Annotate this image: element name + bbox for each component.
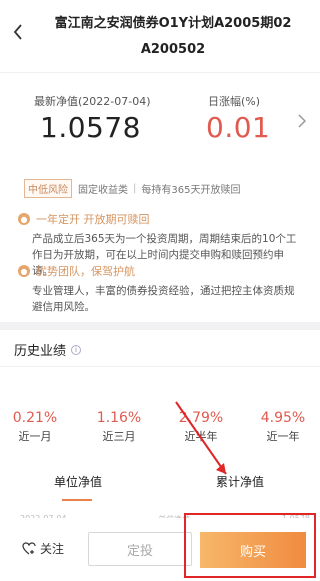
info-icon[interactable]: i	[71, 344, 82, 355]
latest-nav-label: 最新净值(2022-07-04)	[34, 95, 151, 108]
holding-period-tag: 每持有365天开放赎回	[141, 185, 241, 196]
auto-invest-button[interactable]: 定投	[88, 532, 192, 566]
return-value: 2.79%	[178, 410, 224, 426]
latest-nav-value: 1.0578	[40, 111, 141, 144]
return-value: 0.21%	[12, 410, 58, 426]
back-button[interactable]	[6, 20, 30, 44]
feature-bullet-icon: ●	[18, 213, 30, 225]
return-label: 近三月	[102, 430, 136, 443]
follow-button[interactable]: 关注	[22, 540, 64, 557]
tab-unit-nav[interactable]: 单位净值	[54, 473, 102, 490]
daily-change-label: 日涨幅(%)	[208, 95, 261, 108]
risk-level-badge: 中低风险	[24, 179, 72, 198]
return-item: 2.79% 近半年	[166, 410, 236, 444]
performance-card: 历史业绩 i 0.21% 近一月 1.16% 近三月 2.79% 近半年 4.9…	[0, 330, 320, 530]
return-label: 近一年	[266, 430, 300, 443]
follow-label: 关注	[40, 542, 65, 556]
product-type-tag: 固定收益类	[78, 185, 128, 196]
return-label: 近半年	[184, 430, 218, 443]
feature-title: 一年定开 开放期可赎回	[36, 213, 150, 226]
feature-bullet-icon: ●	[18, 265, 30, 277]
page-title: 富江南之安润债券O1Y计划A2005期02 A200502	[54, 16, 292, 57]
return-label: 近一月	[18, 430, 52, 443]
feature-item: ● 优势团队，保驾护航 专业管理人，丰富的债券投资经验，通过把控主体资质规避信用…	[18, 263, 302, 315]
active-tab-indicator	[62, 499, 92, 501]
chevron-right-icon	[298, 114, 306, 128]
chevron-left-icon	[13, 24, 22, 40]
return-item: 0.21% 近一月	[0, 410, 70, 444]
return-value: 4.95%	[260, 410, 306, 426]
annotation-highlight-box	[184, 513, 316, 578]
header-bar: 富江南之安润债券O1Y计划A2005期02 A200502	[0, 0, 320, 72]
return-item: 1.16% 近三月	[84, 410, 154, 444]
nav-tabs: 单位净值 累计净值	[0, 465, 320, 505]
nav-card: 最新净值(2022-07-04) 1.0578 日涨幅(%) 0.01 中低风险…	[0, 72, 320, 322]
tag-divider: |	[133, 183, 137, 194]
performance-title: 历史业绩	[14, 344, 67, 359]
product-tags: 中低风险 固定收益类 | 每持有365天开放赎回	[24, 179, 240, 198]
heart-plus-icon	[22, 542, 36, 555]
section-title: 历史业绩 i	[14, 340, 82, 359]
tab-cumulative-nav[interactable]: 累计净值	[216, 473, 264, 490]
nav-detail-button[interactable]	[294, 111, 310, 131]
feature-description: 专业管理人，丰富的债券投资经验，通过把控主体资质规避信用风险。	[32, 285, 295, 313]
return-value: 1.16%	[96, 410, 142, 426]
divider	[0, 366, 320, 367]
feature-title: 优势团队，保驾护航	[36, 265, 135, 278]
return-item: 4.95% 近一年	[248, 410, 318, 444]
daily-change-value: 0.01	[206, 111, 271, 144]
